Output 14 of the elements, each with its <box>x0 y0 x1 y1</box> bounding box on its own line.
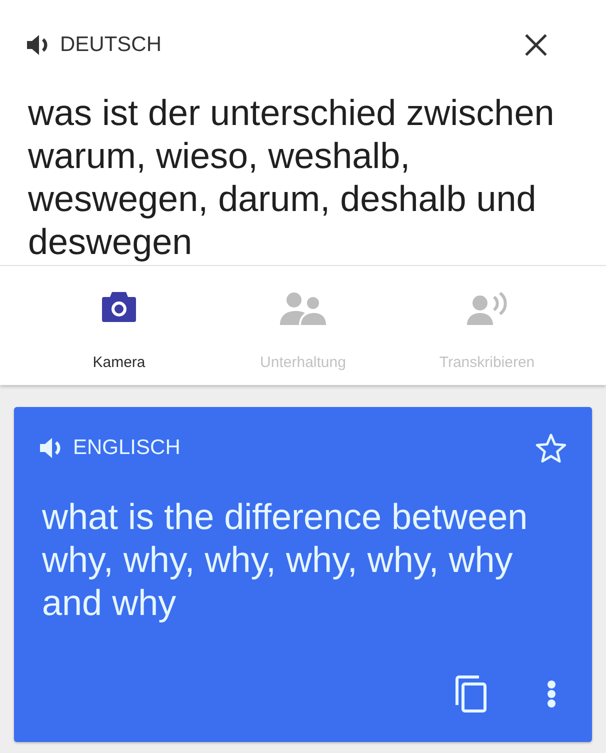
mode-tab[interactable]: Unterhaltung <box>211 266 395 385</box>
language-label: ENGLISCH <box>73 436 182 460</box>
people-icon <box>280 292 326 325</box>
language-label: DEUTSCH <box>60 33 163 57</box>
star-icon[interactable] <box>535 433 567 463</box>
person-sound-icon <box>467 292 507 325</box>
more-options-icon[interactable] <box>547 680 556 708</box>
close-icon[interactable] <box>525 34 547 56</box>
camera-icon <box>102 292 136 322</box>
mode-tab[interactable]: Kamera <box>27 266 211 385</box>
copy-icon[interactable] <box>453 675 487 713</box>
source-text: was ist der unterschied zwischen warum, wieso, weshalb, weswegen, darum, deshalb und deswegen <box>27 91 556 263</box>
mode-tab[interactable]: Transkribieren <box>395 266 579 385</box>
translation-text: what is the difference between why, why, why, why, why, why and why <box>41 495 529 624</box>
